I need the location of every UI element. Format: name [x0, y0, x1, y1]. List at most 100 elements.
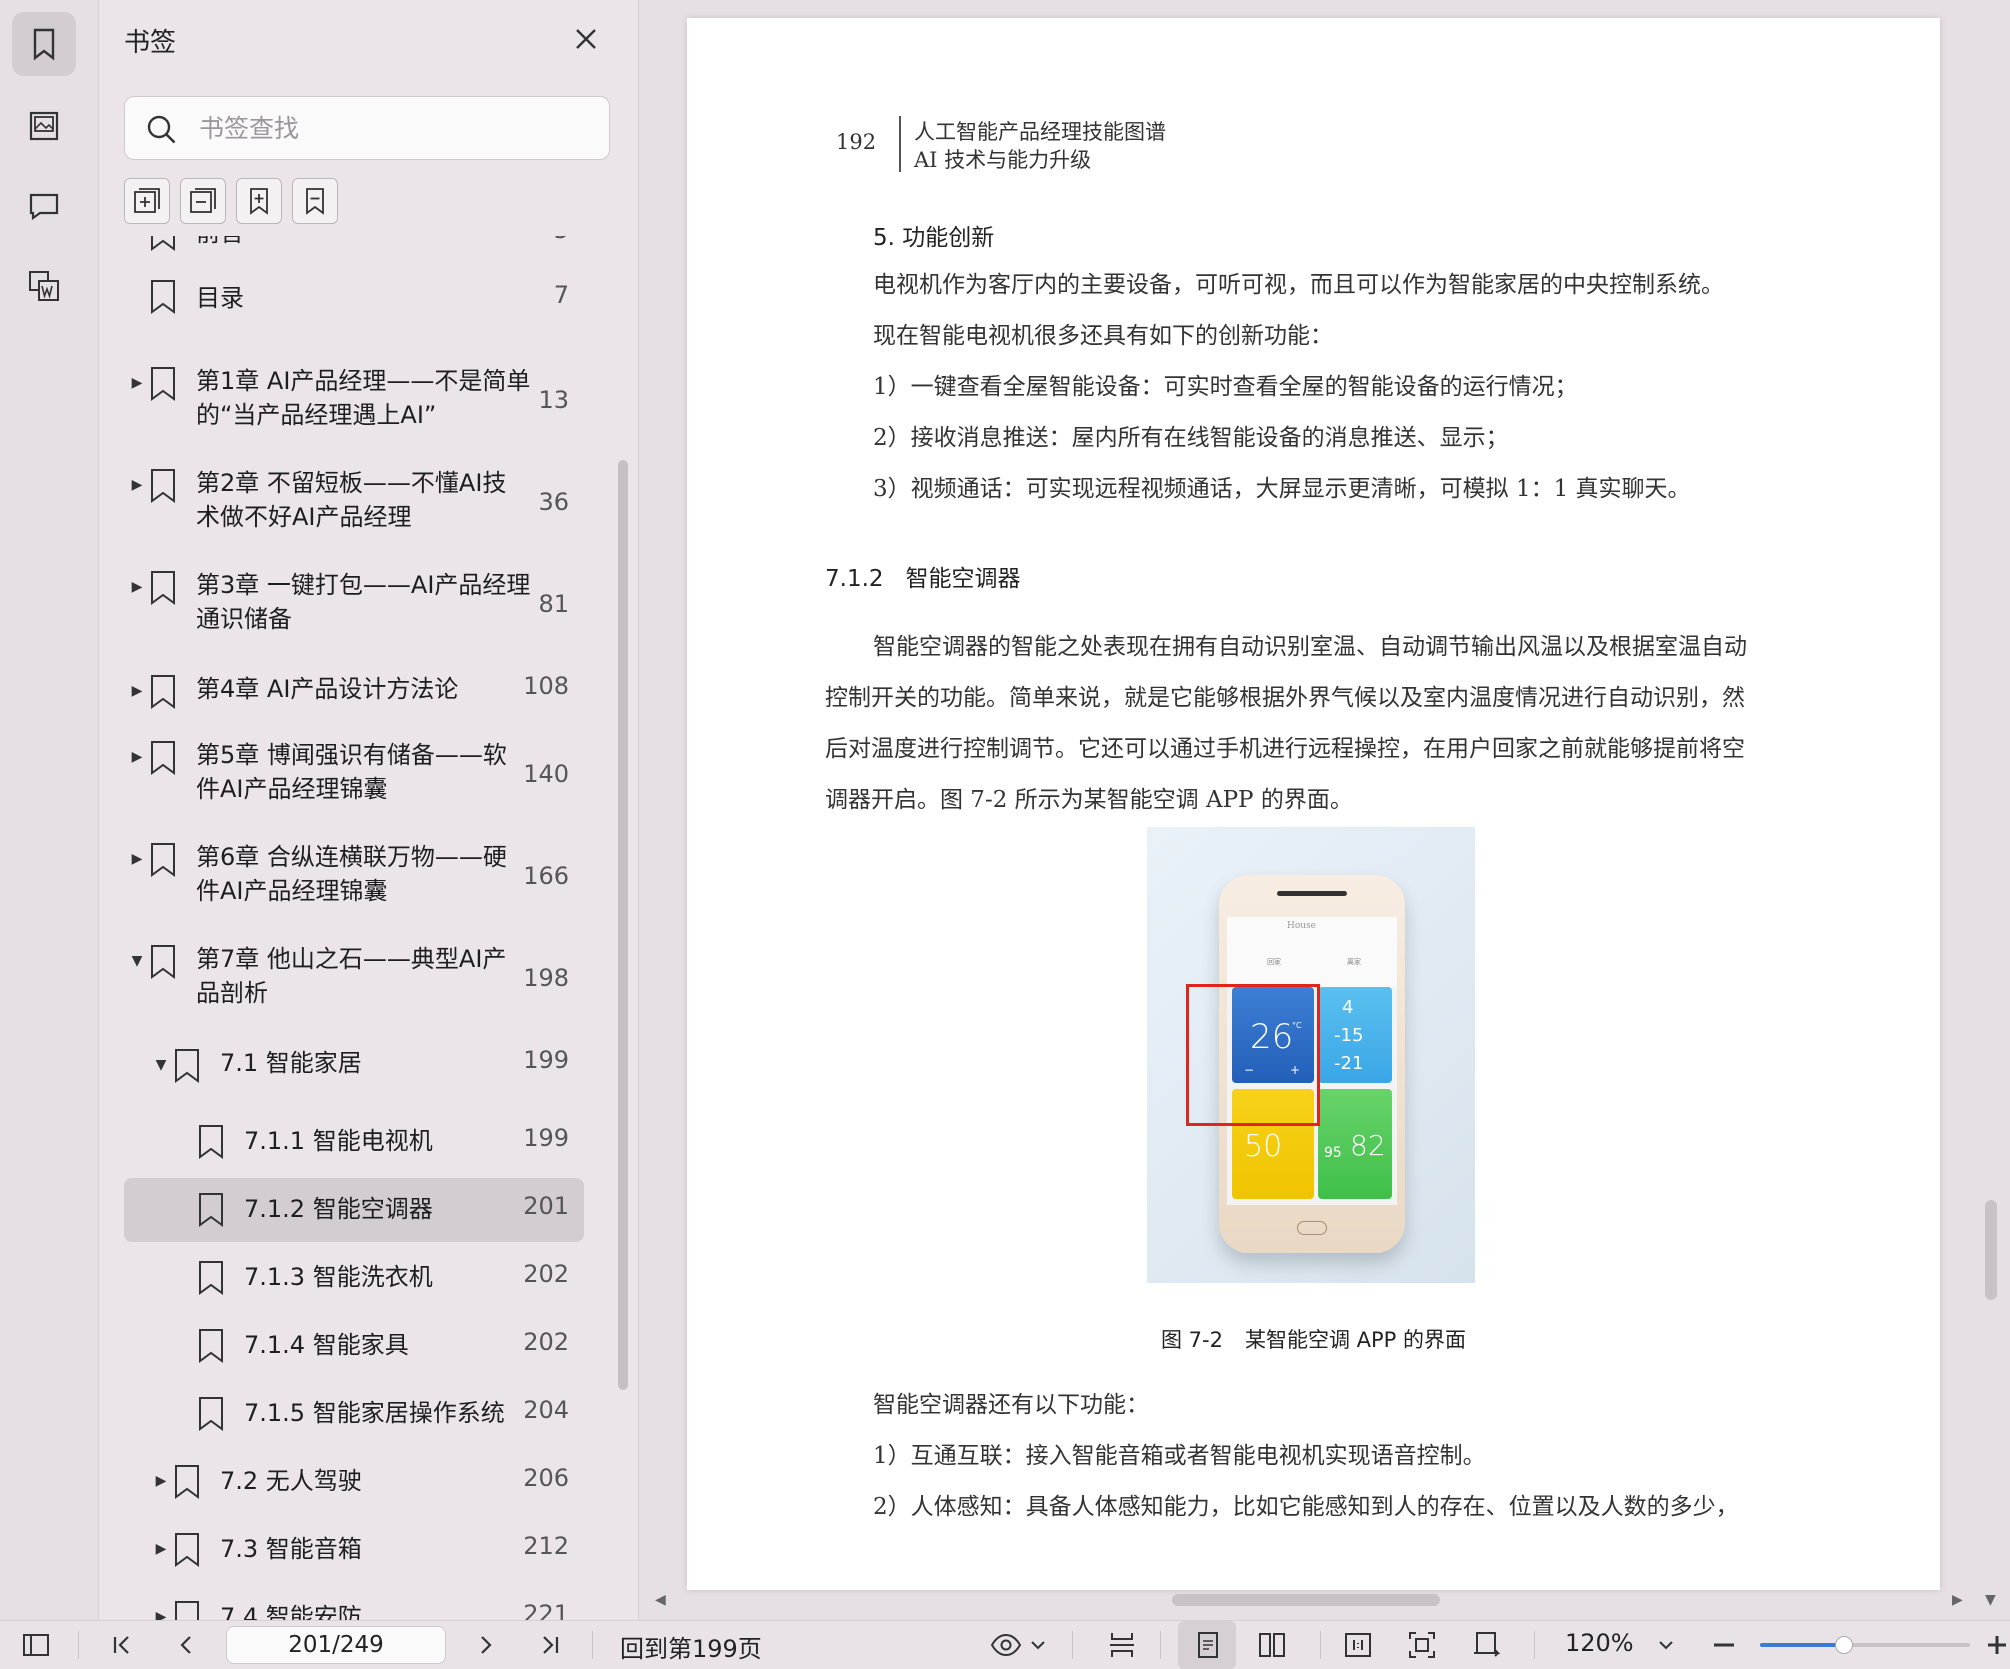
- search-icon: [147, 115, 176, 144]
- eye-icon[interactable]: [990, 1629, 1022, 1661]
- purifier-tile: 95 82: [1318, 1089, 1392, 1199]
- bookmark-icon: [175, 1601, 199, 1620]
- chevron-down-icon[interactable]: [1656, 1629, 1676, 1661]
- bookmark-panel-button[interactable]: [12, 12, 76, 76]
- bookmark-label: 件AI产品经理锦囊: [196, 877, 388, 905]
- figure-image: House 回家 离家 26 °C − + 4 -15 -21 50 95 82: [1147, 827, 1475, 1283]
- bookmark-item[interactable]: ▶ 第3章 一键打包——AI产品经理 通识储备 81: [124, 568, 584, 652]
- bookmark-item[interactable]: 7.1.4 智能家具 202: [124, 1314, 584, 1378]
- bookmark-item[interactable]: 7.1.3 智能洗衣机 202: [124, 1246, 584, 1310]
- bookmark-item[interactable]: 7.1.5 智能家居操作系统 204: [124, 1382, 584, 1446]
- bookmark-label: 7.3 智能音箱: [220, 1535, 362, 1563]
- convert-word-icon: [29, 271, 59, 301]
- paragraph: 2）人体感知：具备人体感知能力，比如它能感知到人的存在、位置以及人数的多少，: [873, 1494, 1739, 1520]
- bookmark-item[interactable]: ▶ 7.4 智能安防 221: [124, 1586, 584, 1620]
- fit-page-icon[interactable]: [1406, 1629, 1438, 1661]
- divider: [1072, 1631, 1073, 1659]
- scroll-left-arrow-icon[interactable]: ◀: [655, 1592, 666, 1608]
- app-title: House: [1287, 921, 1317, 931]
- zoom-slider[interactable]: [1760, 1636, 1970, 1654]
- word-convert-button[interactable]: [12, 254, 76, 318]
- bookmark-icon: [151, 741, 175, 775]
- collapse-all-button[interactable]: [180, 178, 226, 224]
- zoom-out-icon[interactable]: [1708, 1629, 1740, 1661]
- bookmark-item[interactable]: ▶ 第5章 博闻强识有储备——软 件AI产品经理锦囊 140: [124, 738, 584, 822]
- close-icon[interactable]: [569, 22, 603, 56]
- toggle-sidebar-icon[interactable]: [20, 1629, 52, 1661]
- page-number-input[interactable]: 201/249: [226, 1626, 446, 1664]
- bookmark-item[interactable]: ▶ 7.2 无人驾驶 206: [124, 1450, 584, 1514]
- bookmark-icon: [199, 1329, 223, 1363]
- annotation-panel-button[interactable]: [12, 174, 76, 238]
- add-bookmark-button[interactable]: [236, 178, 282, 224]
- bookmark-page: 202: [523, 1328, 569, 1356]
- bookmark-icon: [199, 1193, 223, 1227]
- bookmark-search-input[interactable]: [197, 107, 597, 149]
- document-vertical-scrollbar[interactable]: [1985, 1200, 1997, 1300]
- expand-arrow-icon[interactable]: ▶: [130, 580, 144, 594]
- bookmark-page: 204: [523, 1396, 569, 1424]
- bookmark-item[interactable]: ▶ 第6章 合纵连横联万物——硬 件AI产品经理锦囊 166: [124, 840, 584, 924]
- remove-bookmark-button[interactable]: [292, 178, 338, 224]
- bookmark-item[interactable]: ▼ 第7章 他山之石——典型AI产 品剖析 198: [124, 942, 584, 1026]
- bookmark-label: 前言: [196, 236, 244, 250]
- expand-arrow-icon[interactable]: ▶: [130, 852, 144, 866]
- bookmark-page: 212: [523, 1532, 569, 1560]
- fit-width-icon[interactable]: [1106, 1629, 1138, 1661]
- last-page-icon[interactable]: [534, 1629, 566, 1661]
- previous-page-icon[interactable]: [170, 1629, 202, 1661]
- bookmark-label: 第2章 不留短板——不懂AI技: [196, 469, 507, 497]
- expand-arrow-icon[interactable]: ▶: [154, 1610, 168, 1620]
- bookmark-label: 第6章 合纵连横联万物——硬: [196, 843, 507, 871]
- rotate-icon[interactable]: [1470, 1629, 1502, 1661]
- bookmark-item[interactable]: 目录 7: [124, 268, 584, 328]
- expand-arrow-icon[interactable]: ▶: [130, 750, 144, 764]
- chevron-down-icon[interactable]: [1028, 1629, 1048, 1661]
- expand-arrow-icon[interactable]: ▶: [130, 478, 144, 492]
- expand-all-button[interactable]: [124, 178, 170, 224]
- bookmark-item-selected[interactable]: 7.1.2 智能空调器 201: [124, 1178, 584, 1242]
- expand-arrow-icon[interactable]: ▶: [130, 684, 144, 698]
- bookmark-page: 140: [523, 760, 569, 788]
- back-to-page-link[interactable]: 回到第199页: [620, 1629, 762, 1664]
- bookmark-item[interactable]: ▶ 第1章 AI产品经理——不是简单 的“当产品经理遇上AI” 13: [124, 364, 584, 448]
- bookmark-item[interactable]: 7.1.1 智能电视机 199: [124, 1110, 584, 1174]
- paragraph: 电视机作为客厅内的主要设备，可听可视，而且可以作为智能家居的中央控制系统。: [873, 272, 1724, 298]
- zoom-slider-handle[interactable]: [1835, 1636, 1853, 1654]
- paragraph: 控制开关的功能。简单来说，就是它能够根据外界气候以及室内温度情况进行自动识别，然: [825, 685, 1745, 711]
- thumbnail-panel-button[interactable]: [12, 94, 76, 158]
- bookmark-page: 5: [554, 236, 569, 244]
- expand-arrow-icon[interactable]: ▶: [130, 376, 144, 390]
- expand-arrow-icon[interactable]: ▶: [154, 1542, 168, 1556]
- bookmark-icon: [151, 571, 175, 605]
- bookmark-item[interactable]: ▶ 第2章 不留短板——不懂AI技 术做不好AI产品经理 36: [124, 466, 584, 550]
- single-page-icon[interactable]: [1192, 1629, 1224, 1661]
- bookmark-item[interactable]: ▼ 7.1 智能家居 199: [124, 1042, 584, 1102]
- bookmark-item[interactable]: ▶ 7.3 智能音箱 212: [124, 1518, 584, 1582]
- bookmark-scrollbar[interactable]: [618, 460, 628, 1390]
- bookmark-label: 件AI产品经理锦囊: [196, 775, 388, 803]
- document-viewer: 192 人工智能产品经理技能图谱 AI 技术与能力升级 5. 功能创新 电视机作…: [639, 0, 2010, 1620]
- collapse-arrow-icon[interactable]: ▼: [154, 1058, 168, 1072]
- zoom-in-icon[interactable]: [1984, 1629, 2010, 1661]
- tab-away: 离家: [1347, 958, 1361, 966]
- first-page-icon[interactable]: [106, 1629, 138, 1661]
- document-horizontal-scrollbar[interactable]: [1172, 1594, 1440, 1606]
- next-page-icon[interactable]: [470, 1629, 502, 1661]
- bookmark-label: 第3章 一键打包——AI产品经理: [196, 571, 531, 599]
- bookmark-item[interactable]: 前言 5: [124, 236, 584, 256]
- scroll-down-arrow-icon[interactable]: ▼: [1985, 1592, 1996, 1608]
- zoom-level[interactable]: 120%: [1565, 1629, 1634, 1657]
- bookmark-icon: [199, 1261, 223, 1295]
- bookmark-label: 7.1.2 智能空调器: [244, 1195, 433, 1223]
- collapse-arrow-icon[interactable]: ▼: [130, 954, 144, 968]
- scroll-right-arrow-icon[interactable]: ▶: [1952, 1592, 1963, 1608]
- expand-arrow-icon[interactable]: ▶: [154, 1474, 168, 1488]
- two-page-icon[interactable]: [1256, 1629, 1288, 1661]
- bookmark-item[interactable]: ▶ 第4章 AI产品设计方法论 108: [124, 670, 584, 730]
- actual-size-icon[interactable]: [1342, 1629, 1374, 1661]
- bookmark-label: 通识储备: [196, 605, 292, 633]
- section-title: 智能空调器: [905, 566, 1021, 592]
- zoom-slider-fill: [1760, 1643, 1844, 1647]
- paragraph: 2）接收消息推送：屋内所有在线智能设备的消息推送、显示；: [873, 425, 1509, 451]
